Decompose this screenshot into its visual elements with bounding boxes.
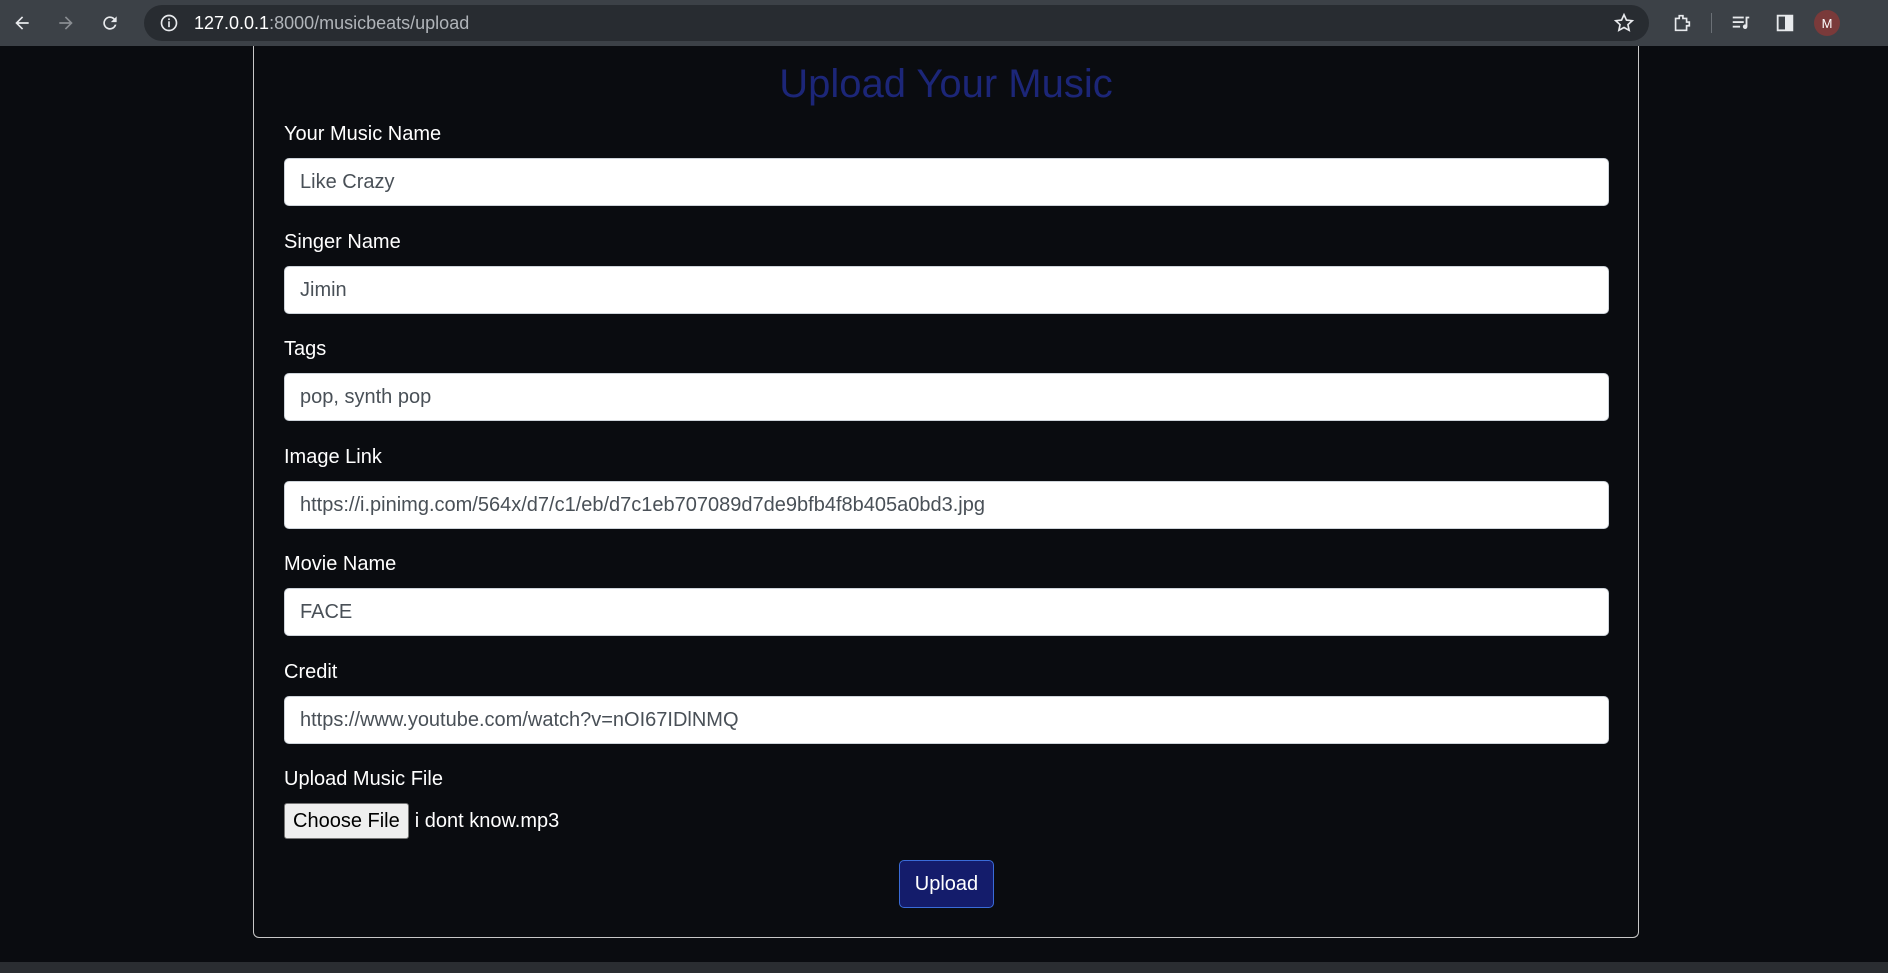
credit-input[interactable] — [284, 696, 1609, 744]
profile-avatar[interactable]: M — [1814, 10, 1840, 36]
credit-group: Credit — [284, 660, 1609, 744]
extensions-icon[interactable] — [1667, 8, 1697, 38]
os-taskbar — [0, 962, 1888, 973]
image-link-label: Image Link — [284, 446, 382, 468]
tags-group: Tags — [284, 337, 1609, 421]
back-button[interactable] — [0, 5, 44, 41]
singer-name-group: Singer Name — [284, 230, 1609, 314]
credit-label: Credit — [284, 661, 338, 683]
upload-form-card: Upload Your Music Your Music Name Singer… — [253, 46, 1639, 938]
tags-label: Tags — [284, 338, 327, 360]
movie-name-label: Movie Name — [284, 553, 397, 575]
info-icon[interactable] — [158, 12, 180, 34]
reload-button[interactable] — [88, 5, 132, 41]
address-bar[interactable]: 127.0.0.1:8000/musicbeats/upload — [144, 5, 1649, 41]
forward-button[interactable] — [44, 5, 88, 41]
movie-name-input[interactable] — [284, 588, 1609, 636]
url-host: 127.0.0.1 — [194, 12, 270, 33]
side-panel-icon[interactable] — [1770, 8, 1800, 38]
toolbar-icons: M — [1667, 8, 1840, 38]
media-control-icon[interactable] — [1726, 8, 1756, 38]
music-name-group: Your Music Name — [284, 122, 1609, 206]
upload-button[interactable]: Upload — [899, 860, 994, 908]
selected-file-name: i dont know.mp3 — [414, 809, 560, 832]
choose-file-button[interactable]: Choose File — [284, 803, 409, 839]
file-picker: Choose File i dont know.mp3 — [284, 803, 559, 839]
movie-name-group: Movie Name — [284, 552, 1609, 636]
reload-icon — [103, 16, 117, 30]
arrow-left-icon — [15, 16, 29, 30]
music-file-label: Upload Music File — [284, 768, 443, 790]
tags-input[interactable] — [284, 373, 1609, 421]
music-name-input[interactable] — [284, 158, 1609, 206]
image-link-input[interactable] — [284, 481, 1609, 529]
singer-name-input[interactable] — [284, 266, 1609, 314]
browser-toolbar: 127.0.0.1:8000/musicbeats/upload M — [0, 0, 1888, 46]
image-link-group: Image Link — [284, 445, 1609, 529]
bookmark-star-icon[interactable] — [1613, 12, 1635, 34]
singer-name-label: Singer Name — [284, 231, 401, 253]
music-name-label: Your Music Name — [284, 123, 442, 145]
url-path: :8000/musicbeats/upload — [269, 12, 470, 33]
arrow-right-icon — [59, 16, 73, 30]
page-title: Upload Your Music — [779, 62, 1113, 106]
music-file-group: Upload Music File Choose File i dont kno… — [284, 767, 1609, 839]
